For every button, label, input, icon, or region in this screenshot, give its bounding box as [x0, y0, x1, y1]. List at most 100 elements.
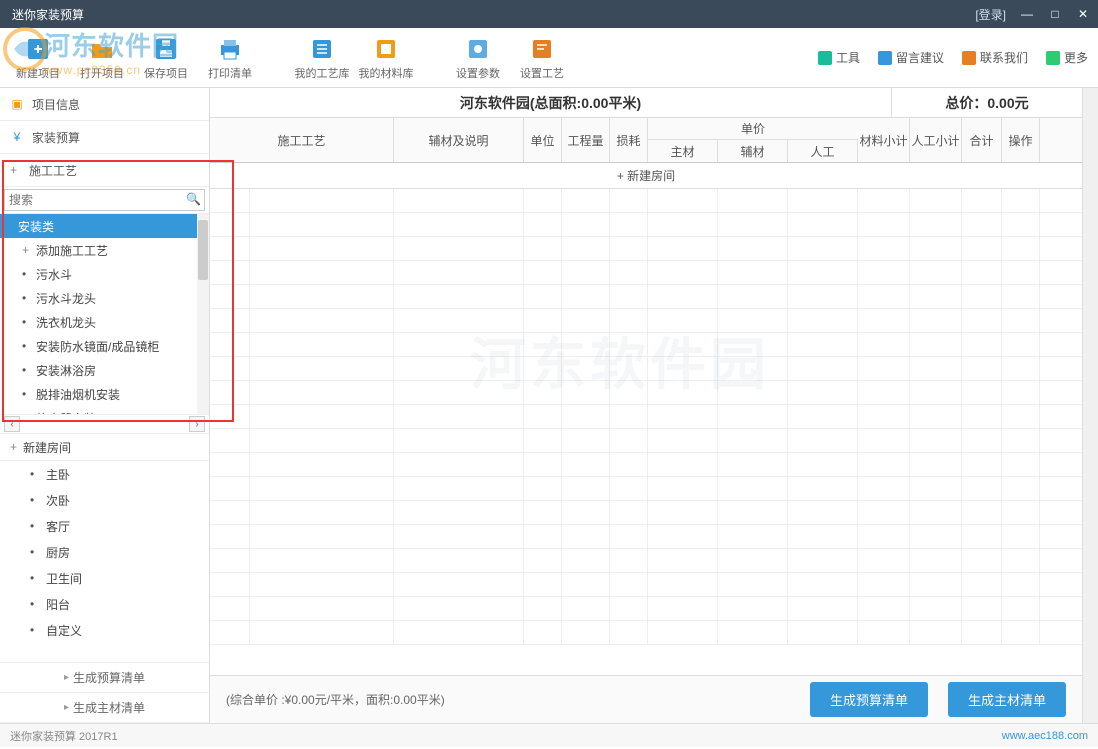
params-icon — [464, 35, 492, 63]
room-item[interactable]: 主卧 — [0, 461, 209, 487]
login-link[interactable]: [登录] — [975, 6, 1006, 23]
table-header: 施工工艺 辅材及说明 单位 工程量 损耗 单价 主材 辅材 人工 材料小计 人工… — [210, 118, 1082, 163]
feedback-icon — [878, 51, 892, 65]
home-budget-icon: ¥ — [10, 130, 24, 144]
my-material-lib-button[interactable]: 我的材料库 — [358, 35, 414, 81]
table-row[interactable] — [210, 213, 1082, 237]
col-unit: 单位 — [524, 118, 562, 162]
maximize-button[interactable]: □ — [1048, 7, 1062, 21]
tree-item[interactable]: 安装防水镜面/成品镜柜 — [0, 334, 209, 358]
scroll-left-button[interactable]: ‹ — [4, 416, 20, 432]
col-loss: 损耗 — [610, 118, 648, 162]
set-process-button[interactable]: 设置工艺 — [514, 35, 570, 81]
col-action: 操作 — [1002, 118, 1040, 162]
open-project-icon — [88, 35, 116, 63]
tree-item[interactable]: 安装类 — [0, 214, 209, 238]
construction-process-tab[interactable]: 施工工艺 — [0, 154, 209, 186]
more-icon — [1046, 51, 1060, 65]
col-total: 合计 — [962, 118, 1002, 162]
scroll-right-button[interactable]: › — [189, 416, 205, 432]
table-row[interactable] — [210, 333, 1082, 357]
close-button[interactable]: ✕ — [1076, 7, 1090, 21]
room-item[interactable]: 客厅 — [0, 513, 209, 539]
table-row[interactable] — [210, 405, 1082, 429]
tools-link[interactable]: 工具 — [818, 49, 860, 66]
table-row[interactable] — [210, 477, 1082, 501]
status-url-link[interactable]: www.aec188.com — [1002, 730, 1088, 742]
table-row[interactable] — [210, 309, 1082, 333]
table-row[interactable] — [210, 597, 1082, 621]
content-area: 河东软件园(总面积:0.00平米) 总价：0.00元 施工工艺 辅材及说明 单位… — [210, 88, 1082, 723]
table-row[interactable] — [210, 453, 1082, 477]
save-project-button[interactable]: 保存项目 — [138, 35, 194, 81]
tree-item[interactable]: 添加施工工艺 — [0, 238, 209, 262]
table-row[interactable] — [210, 357, 1082, 381]
table-row[interactable] — [210, 381, 1082, 405]
table-row[interactable] — [210, 285, 1082, 309]
col-process: 施工工艺 — [210, 118, 394, 162]
col-material-desc: 辅材及说明 — [394, 118, 524, 162]
new-room-row[interactable]: + 新建房间 — [210, 163, 1082, 189]
table-row[interactable] — [210, 237, 1082, 261]
tree-scrollbar[interactable] — [197, 214, 209, 414]
room-item[interactable]: 自定义 — [0, 617, 209, 643]
data-grid[interactable] — [210, 189, 1082, 675]
more-link[interactable]: 更多 — [1046, 49, 1088, 66]
tree-item[interactable]: 脱排油烟机安装 — [0, 382, 209, 406]
tree-item[interactable]: 污水斗 — [0, 262, 209, 286]
room-list: 主卧次卧客厅厨房卫生间阳台自定义 — [0, 461, 209, 662]
statusbar: 迷你家装预算 2017R1 www.aec188.com — [0, 723, 1098, 747]
room-item[interactable]: 厨房 — [0, 539, 209, 565]
process-lib-icon — [308, 35, 336, 63]
home-budget-tab[interactable]: ¥ 家装预算 — [0, 121, 209, 153]
titlebar: 迷你家装预算 [登录] — □ ✕ — [0, 0, 1098, 28]
table-row[interactable] — [210, 549, 1082, 573]
tree-item[interactable]: 污水斗龙头 — [0, 286, 209, 310]
generate-budget-button[interactable]: 生成预算清单 — [0, 663, 209, 693]
table-row[interactable] — [210, 261, 1082, 285]
status-app-version: 迷你家装预算 2017R1 — [10, 728, 118, 744]
vertical-scrollbar[interactable] — [1082, 88, 1098, 723]
room-item[interactable]: 卫生间 — [0, 565, 209, 591]
save-project-icon — [152, 35, 180, 63]
room-item[interactable]: 次卧 — [0, 487, 209, 513]
col-labor-subtotal: 人工小计 — [910, 118, 962, 162]
tree-item[interactable]: 洗衣机龙头 — [0, 310, 209, 334]
feedback-link[interactable]: 留言建议 — [878, 49, 944, 66]
minimize-button[interactable]: — — [1020, 7, 1034, 21]
tree-item[interactable]: 热水器安装 — [0, 406, 209, 414]
set-params-button[interactable]: 设置参数 — [450, 35, 506, 81]
project-info-icon: ▣ — [10, 97, 24, 111]
set-process-icon — [528, 35, 556, 63]
project-info-tab[interactable]: ▣ 项目信息 — [0, 88, 209, 120]
generate-material-list-button[interactable]: 生成主材清单 — [948, 682, 1066, 717]
new-project-button[interactable]: 新建项目 — [10, 35, 66, 81]
print-list-button[interactable]: 打印清单 — [202, 35, 258, 81]
table-row[interactable] — [210, 429, 1082, 453]
col-quantity: 工程量 — [562, 118, 610, 162]
footer-info: (综合单价 :¥0.00元/平米，面积:0.00平米) — [226, 691, 445, 708]
table-row[interactable] — [210, 501, 1082, 525]
table-row[interactable] — [210, 573, 1082, 597]
total-price: 总价：0.00元 — [892, 88, 1082, 117]
generate-material-button[interactable]: 生成主材清单 — [0, 693, 209, 723]
sidebar: ▣ 项目信息 ¥ 家装预算 施工工艺 🔍 安装类添加施工工艺污水斗污水斗龙头洗衣… — [0, 88, 210, 723]
col-main-mat: 主材 — [648, 140, 718, 162]
search-input[interactable] — [4, 189, 205, 211]
tree-item[interactable]: 安装淋浴房 — [0, 358, 209, 382]
tools-icon — [818, 51, 832, 65]
my-process-lib-button[interactable]: 我的工艺库 — [294, 35, 350, 81]
new-room-button[interactable]: 新建房间 — [0, 434, 209, 460]
contact-link[interactable]: 联系我们 — [962, 49, 1028, 66]
contact-icon — [962, 51, 976, 65]
table-row[interactable] — [210, 525, 1082, 549]
app-title: 迷你家装预算 — [8, 6, 84, 23]
room-item[interactable]: 阳台 — [0, 591, 209, 617]
col-aux-mat: 辅材 — [718, 140, 788, 162]
generate-budget-list-button[interactable]: 生成预算清单 — [810, 682, 928, 717]
search-icon[interactable]: 🔍 — [186, 192, 201, 206]
table-row[interactable] — [210, 621, 1082, 645]
new-project-icon — [24, 35, 52, 63]
table-row[interactable] — [210, 189, 1082, 213]
open-project-button[interactable]: 打开项目 — [74, 35, 130, 81]
